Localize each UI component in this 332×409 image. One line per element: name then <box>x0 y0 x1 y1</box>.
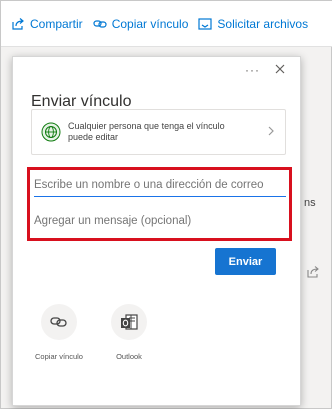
send-link-dialog: ··· Enviar vínculo Cualquier persona que… <box>12 56 301 406</box>
outlook-action-circle <box>111 304 147 340</box>
recipient-input[interactable] <box>34 173 286 197</box>
share-label: Compartir <box>30 16 83 31</box>
outlook-action-label: Outlook <box>116 352 142 361</box>
onedrive-window: Compartir Copiar vínculo Solicitar archi… <box>0 0 332 409</box>
globe-icon <box>41 122 61 142</box>
link-icon <box>50 317 67 327</box>
copy-link-action[interactable]: Copiar vínculo <box>29 304 89 361</box>
command-bar: Compartir Copiar vínculo Solicitar archi… <box>1 1 332 47</box>
highlight-box <box>27 167 292 241</box>
copy-link-action-circle <box>41 304 77 340</box>
send-button[interactable]: Enviar <box>215 248 276 275</box>
copy-link-action-label: Copiar vínculo <box>35 352 83 361</box>
outlook-icon <box>121 314 138 330</box>
chevron-right-icon <box>268 126 274 136</box>
share-icon <box>12 17 24 30</box>
background-partial-text: ns <box>304 197 316 209</box>
link-settings-button[interactable]: Cualquier persona que tenga el vínculo p… <box>31 109 286 155</box>
close-icon[interactable] <box>272 61 288 77</box>
share-command[interactable]: Compartir <box>11 17 83 31</box>
more-options-icon[interactable]: ··· <box>245 63 260 77</box>
link-icon <box>93 19 107 28</box>
message-input[interactable] <box>34 210 286 232</box>
outlook-action[interactable]: Outlook <box>99 304 159 361</box>
request-files-command[interactable]: Solicitar archivos <box>198 17 308 31</box>
copy-link-label: Copiar vínculo <box>111 16 189 31</box>
copy-link-command[interactable]: Copiar vínculo <box>93 16 189 31</box>
background-share-icon <box>307 266 319 278</box>
request-files-icon <box>198 17 213 30</box>
permission-text: Cualquier persona que tenga el vínculo p… <box>68 121 225 142</box>
request-files-label: Solicitar archivos <box>217 16 309 31</box>
